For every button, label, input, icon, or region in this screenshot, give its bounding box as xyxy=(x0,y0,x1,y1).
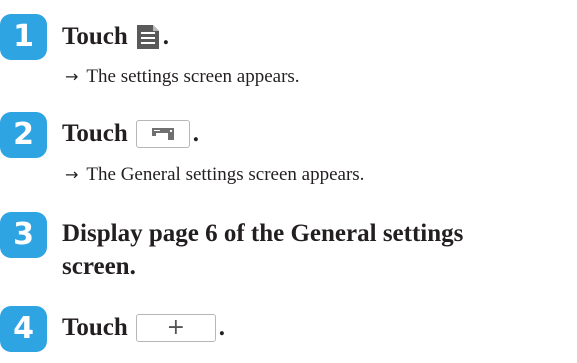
step-1-title: Touch . xyxy=(62,22,169,52)
step-2-label: Touch xyxy=(62,120,128,147)
step-1-label: Touch xyxy=(62,23,128,50)
sewing-machine-icon xyxy=(151,128,174,140)
step-1-badge: 1 xyxy=(0,14,47,60)
step-2-title: Touch . xyxy=(62,119,199,149)
result-arrow-icon: → xyxy=(65,165,79,184)
step-2-period: . xyxy=(192,120,200,147)
step-4-label: Touch xyxy=(62,314,128,341)
step-1-period: . xyxy=(162,23,170,50)
step-1-result-text: The settings screen appears. xyxy=(86,66,300,87)
settings-document-icon[interactable] xyxy=(136,24,160,50)
step-4-period: . xyxy=(218,314,226,341)
step-2-result-text: The General settings screen appears. xyxy=(86,164,365,185)
step-3-title-line1: Display page 6 of the General settings xyxy=(62,220,464,247)
step-2-badge: 2 xyxy=(0,112,47,158)
step-3-title-line2: screen. xyxy=(62,253,136,280)
plus-button[interactable]: + xyxy=(135,314,216,342)
step-4-badge: 4 xyxy=(0,306,47,352)
plus-icon: + xyxy=(166,315,186,340)
step-3-badge: 3 xyxy=(0,212,47,258)
step-2-result: → The General settings screen appears. xyxy=(65,164,364,186)
result-arrow-icon: → xyxy=(65,67,79,86)
step-4-title: Touch + . xyxy=(62,313,225,343)
sewing-machine-button[interactable] xyxy=(135,120,190,148)
step-1-result: → The settings screen appears. xyxy=(65,66,300,88)
